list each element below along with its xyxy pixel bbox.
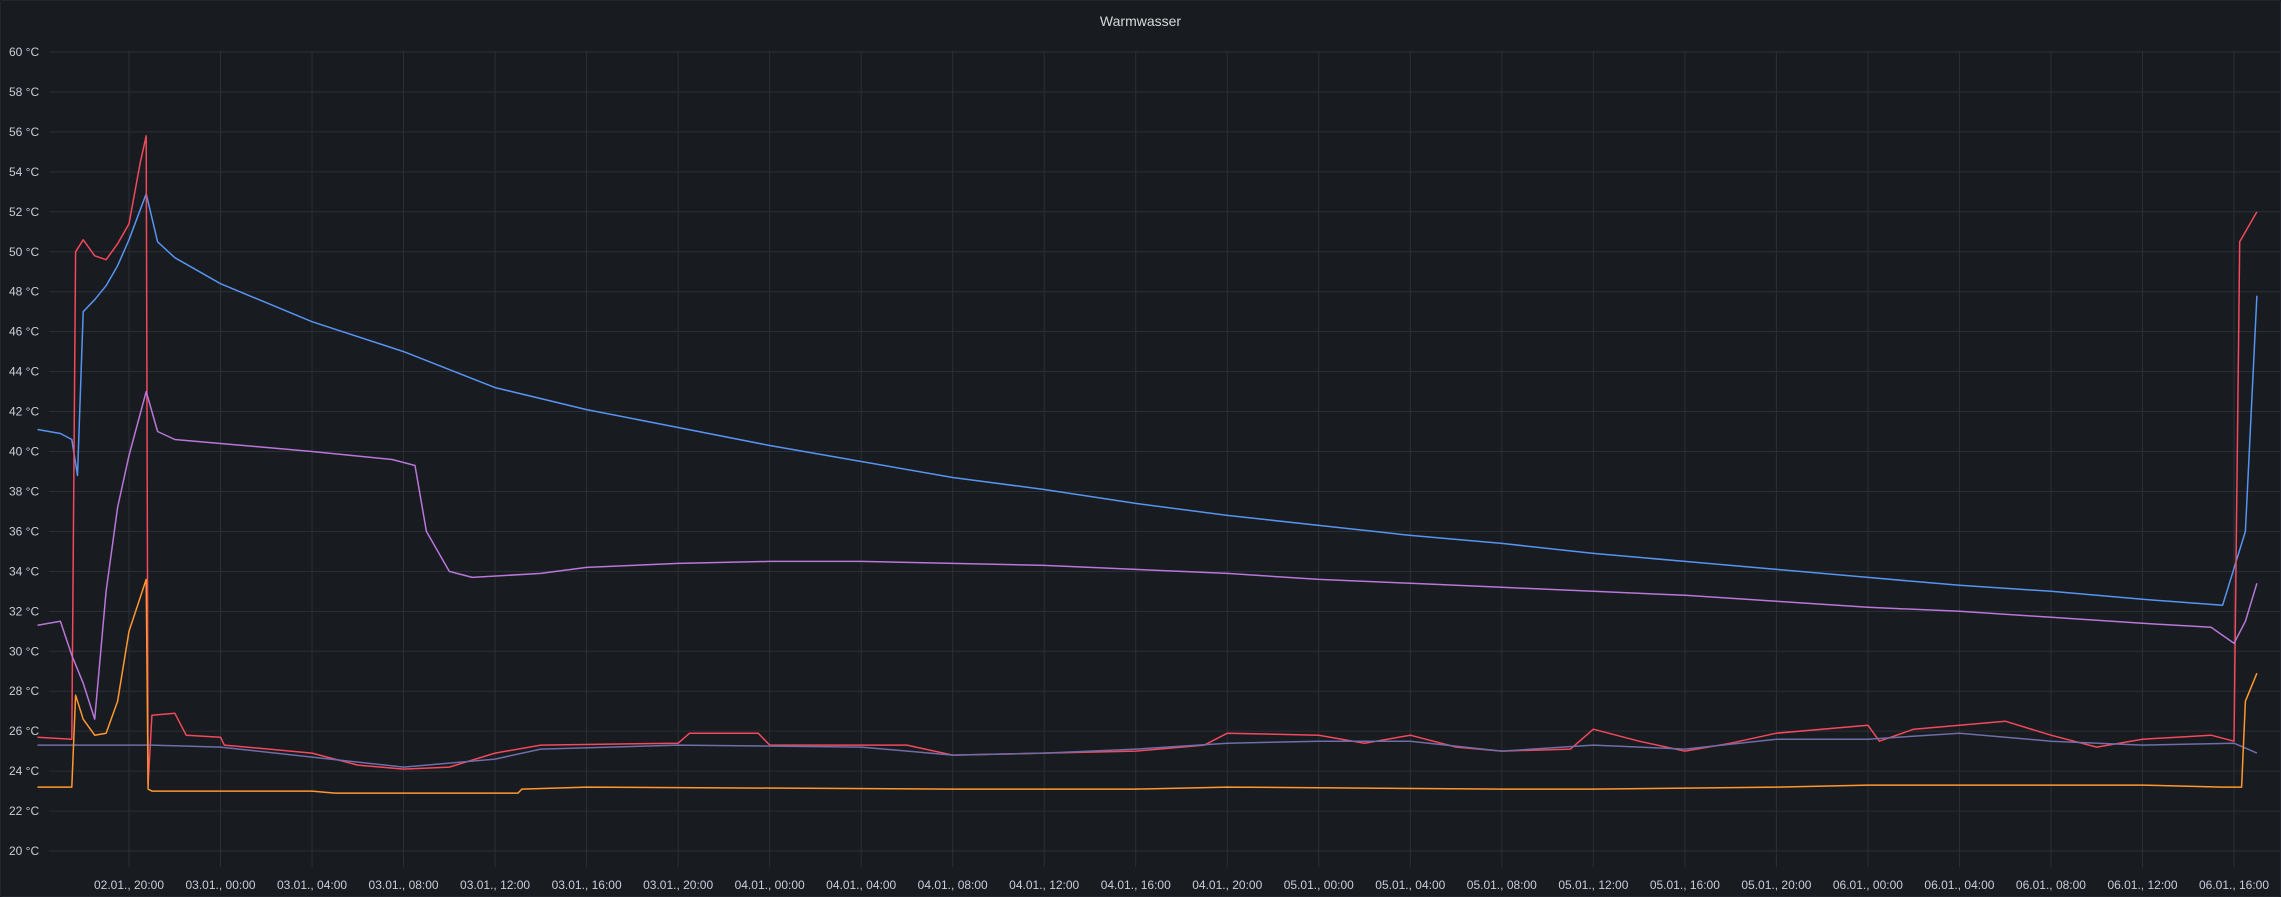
x-tick-label: 05.01., 00:00	[1284, 878, 1354, 892]
x-tick-label: 05.01., 08:00	[1467, 878, 1537, 892]
series-line-1[interactable]	[37, 193, 2258, 607]
y-tick-label: 26 °C	[9, 724, 39, 738]
x-tick-label: 03.01., 20:00	[643, 878, 713, 892]
x-tick-label: 06.01., 16:00	[2199, 878, 2269, 892]
y-tick-label: 40 °C	[9, 445, 39, 459]
x-tick-label: 03.01., 08:00	[369, 878, 439, 892]
y-tick-label: 38 °C	[9, 484, 39, 498]
y-tick-label: 34 °C	[9, 564, 39, 578]
x-tick-label: 05.01., 12:00	[1558, 878, 1628, 892]
y-tick-label: 58 °C	[9, 85, 39, 99]
y-tick-label: 56 °C	[9, 125, 39, 139]
x-tick-label: 04.01., 20:00	[1192, 878, 1262, 892]
chart-panel: Warmwasser 20 °C 22 °C 24 °C 26 °C 28 °C 30 °…	[0, 0, 2281, 897]
x-tick-label: 05.01., 16:00	[1650, 878, 1720, 892]
y-tick-label: 20 °C	[9, 844, 39, 858]
y-tick-label: 36 °C	[9, 524, 39, 538]
y-tick-label: 30 °C	[9, 644, 39, 658]
y-axis: 20 °C 22 °C 24 °C 26 °C 28 °C 30 °C 32 °C 34 °C…	[9, 45, 39, 858]
x-tick-label: 06.01., 00:00	[1833, 878, 1903, 892]
line-chart[interactable]: 20 °C 22 °C 24 °C 26 °C 28 °C 30 °C 32 °C 34 °C…	[1, 1, 2280, 896]
series-line-2[interactable]	[37, 135, 2258, 786]
x-tick-label: 03.01., 04:00	[277, 878, 347, 892]
y-tick-label: 44 °C	[9, 365, 39, 379]
x-tick-label: 05.01., 04:00	[1375, 878, 1445, 892]
y-tick-label: 46 °C	[9, 325, 39, 339]
series-line-3[interactable]	[37, 390, 2258, 720]
x-tick-label: 04.01., 12:00	[1009, 878, 1079, 892]
x-tick-label: 02.01., 20:00	[94, 878, 164, 892]
y-tick-label: 52 °C	[9, 205, 39, 219]
y-tick-label: 60 °C	[9, 45, 39, 59]
x-tick-label: 06.01., 12:00	[2107, 878, 2177, 892]
series-layer	[37, 135, 2258, 794]
y-tick-label: 48 °C	[9, 285, 39, 299]
y-tick-label: 32 °C	[9, 604, 39, 618]
x-tick-label: 06.01., 04:00	[1924, 878, 1994, 892]
x-tick-label: 03.01., 12:00	[460, 878, 530, 892]
x-tick-label: 04.01., 16:00	[1101, 878, 1171, 892]
y-tick-label: 54 °C	[9, 165, 39, 179]
x-tick-label: 03.01., 16:00	[552, 878, 622, 892]
x-axis: 02.01., 20:00 03.01., 00:00 03.01., 04:00 0…	[94, 878, 2269, 892]
x-tick-label: 04.01., 08:00	[918, 878, 988, 892]
y-tick-label: 50 °C	[9, 245, 39, 259]
y-tick-label: 42 °C	[9, 405, 39, 419]
y-tick-label: 28 °C	[9, 684, 39, 698]
y-tick-label: 22 °C	[9, 804, 39, 818]
y-tick-label: 24 °C	[9, 764, 39, 778]
x-tick-label: 04.01., 04:00	[826, 878, 896, 892]
x-tick-label: 04.01., 00:00	[735, 878, 805, 892]
x-tick-label: 05.01., 20:00	[1741, 878, 1811, 892]
x-tick-label: 03.01., 00:00	[185, 878, 255, 892]
x-tick-label: 06.01., 08:00	[2016, 878, 2086, 892]
